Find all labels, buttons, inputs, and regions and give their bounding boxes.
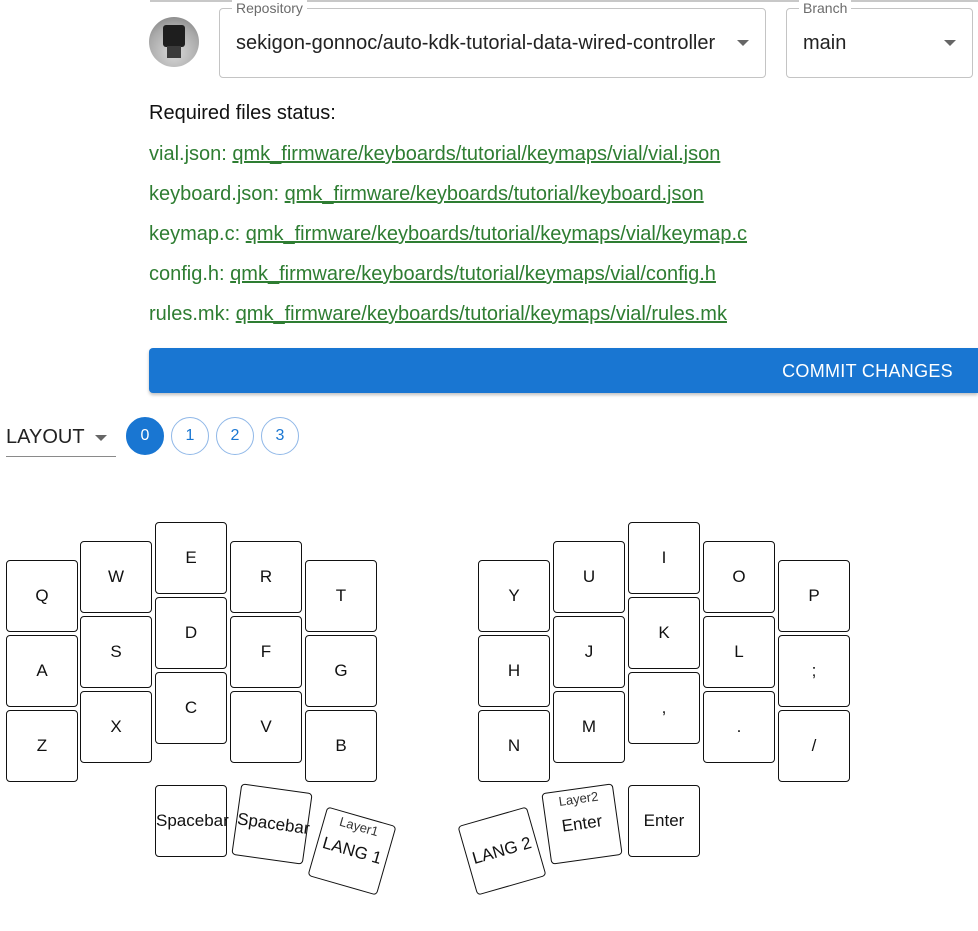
key-label: Enter	[560, 811, 604, 836]
file-name: vial.json:	[149, 143, 227, 165]
key-o[interactable]: O	[703, 541, 775, 613]
key-enter[interactable]: Enter	[628, 785, 700, 857]
key-lang2[interactable]: LANG 2	[457, 806, 547, 896]
repository-label: Repository	[232, 0, 307, 16]
key-a[interactable]: A	[6, 635, 78, 707]
file-status-row: config.h: qmk_firmware/keyboards/tutoria…	[149, 263, 716, 286]
file-link[interactable]: qmk_firmware/keyboards/tutorial/keymaps/…	[246, 223, 747, 245]
keyswitch-cap-icon	[163, 25, 185, 47]
key-s[interactable]: S	[80, 616, 152, 688]
key-j[interactable]: J	[553, 616, 625, 688]
key-f[interactable]: F	[230, 616, 302, 688]
key-slash[interactable]: /	[778, 710, 850, 782]
file-status-row: keyboard.json: qmk_firmware/keyboards/tu…	[149, 183, 704, 206]
file-link[interactable]: qmk_firmware/keyboards/tutorial/keymaps/…	[236, 303, 727, 325]
key-u[interactable]: U	[553, 541, 625, 613]
repository-select[interactable]: Repository sekigon-gonnoc/auto-kdk-tutor…	[219, 0, 766, 78]
key-lang1[interactable]: Layer1 LANG 1	[307, 806, 397, 896]
file-status-row: keymap.c: qmk_firmware/keyboards/tutoria…	[149, 223, 747, 246]
file-status-row: rules.mk: qmk_firmware/keyboards/tutoria…	[149, 303, 727, 326]
key-comma[interactable]: ,	[628, 672, 700, 744]
key-c[interactable]: C	[155, 672, 227, 744]
file-name: rules.mk:	[149, 303, 231, 325]
commit-changes-button[interactable]: COMMIT CHANGES	[149, 348, 978, 393]
dropdown-arrow-icon	[944, 40, 956, 46]
file-link[interactable]: qmk_firmware/keyboards/tutorial/keymaps/…	[232, 143, 720, 165]
key-v[interactable]: V	[230, 691, 302, 763]
keyswitch-stem-icon	[167, 46, 181, 58]
key-n[interactable]: N	[478, 710, 550, 782]
key-p[interactable]: P	[778, 560, 850, 632]
branch-value: main	[803, 32, 847, 54]
branch-label: Branch	[799, 0, 852, 16]
file-link[interactable]: qmk_firmware/keyboards/tutorial/keyboard…	[285, 183, 704, 205]
key-enter-layer2[interactable]: Layer2 Enter	[541, 783, 623, 865]
key-y[interactable]: Y	[478, 560, 550, 632]
key-x[interactable]: X	[80, 691, 152, 763]
file-name: keyboard.json:	[149, 183, 280, 205]
files-status-title: Required files status:	[149, 102, 336, 124]
key-q[interactable]: Q	[6, 560, 78, 632]
repository-value: sekigon-gonnoc/auto-kdk-tutorial-data-wi…	[236, 32, 716, 54]
key-period[interactable]: .	[703, 691, 775, 763]
file-link[interactable]: qmk_firmware/keyboards/tutorial/keymaps/…	[230, 263, 716, 285]
layer-button-1[interactable]: 1	[171, 417, 209, 455]
key-g[interactable]: G	[305, 635, 377, 707]
key-i[interactable]: I	[628, 522, 700, 594]
key-r[interactable]: R	[230, 541, 302, 613]
key-semicolon[interactable]: ;	[778, 635, 850, 707]
layer-button-0[interactable]: 0	[126, 417, 164, 455]
branch-select[interactable]: Branch main	[786, 0, 973, 78]
file-name: keymap.c:	[149, 223, 241, 245]
key-t[interactable]: T	[305, 560, 377, 632]
layer-button-2[interactable]: 2	[216, 417, 254, 455]
key-b[interactable]: B	[305, 710, 377, 782]
key-h[interactable]: H	[478, 635, 550, 707]
layout-select-value: LAYOUT	[6, 426, 85, 448]
dropdown-arrow-icon	[95, 435, 107, 441]
layout-select[interactable]: LAYOUT	[6, 418, 116, 457]
key-spacebar-2[interactable]: Spacebar	[231, 783, 313, 865]
key-l[interactable]: L	[703, 616, 775, 688]
key-w[interactable]: W	[80, 541, 152, 613]
key-k[interactable]: K	[628, 597, 700, 669]
key-m[interactable]: M	[553, 691, 625, 763]
key-layer-label: Layer2	[557, 788, 600, 809]
key-spacebar-1[interactable]: Spacebar	[155, 785, 229, 857]
file-status-row: vial.json: qmk_firmware/keyboards/tutori…	[149, 143, 720, 166]
commit-changes-label: COMMIT CHANGES	[782, 361, 953, 381]
key-e[interactable]: E	[155, 522, 227, 594]
avatar	[149, 17, 199, 67]
key-z[interactable]: Z	[6, 710, 78, 782]
key-d[interactable]: D	[155, 597, 227, 669]
file-name: config.h:	[149, 263, 225, 285]
dropdown-arrow-icon	[737, 40, 749, 46]
layer-button-3[interactable]: 3	[261, 417, 299, 455]
